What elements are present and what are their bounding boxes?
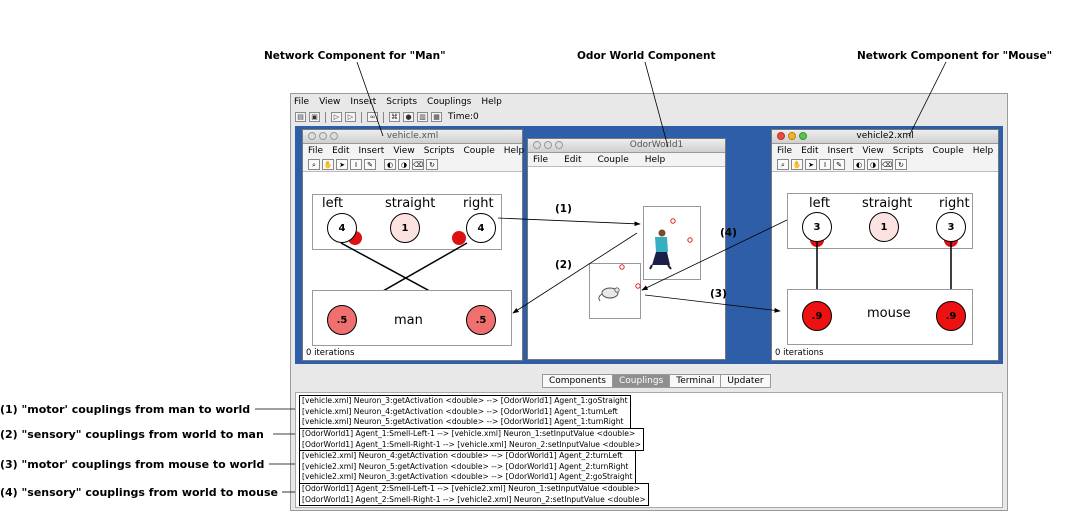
vehicle-network-frame: vehicle.xml File Edit Insert View Script…: [302, 129, 524, 361]
coupling-row[interactable]: [OdorWorld1] Agent_2:Smell-Right-1 --> […: [302, 495, 646, 506]
menu-help[interactable]: Help: [481, 97, 502, 107]
callout-mouse-network: Network Component for "Mouse": [857, 50, 1053, 62]
callout-coupling-4: (4) "sensory" couplings from world to mo…: [0, 486, 278, 499]
menu-couplings[interactable]: Couplings: [427, 97, 471, 107]
coupling-row[interactable]: [vehicle2.xml] Neuron_5:getActivation <d…: [302, 462, 633, 473]
neuron-output-left[interactable]: .5: [327, 305, 357, 335]
coupling-row[interactable]: [OdorWorld1] Agent_1:Smell-Right-1 --> […: [302, 440, 641, 451]
smell-source-dot: [635, 283, 641, 289]
mouse-group-label: mouse: [867, 306, 911, 321]
callout-odor-world: Odor World Component: [577, 50, 716, 62]
workspace-tabs: Components Couplings Terminal Updater: [542, 374, 771, 388]
menu-view[interactable]: View: [319, 97, 340, 107]
callout-coupling-3: (3) "motor' couplings from mouse to worl…: [0, 458, 265, 471]
menu-insert[interactable]: Insert: [350, 97, 376, 107]
link-icon[interactable]: ∞: [367, 112, 378, 122]
vehicle2-status: 0 iterations: [775, 348, 824, 358]
coupling-row[interactable]: [vehicle.xml] Neuron_4:getActivation <do…: [302, 407, 628, 418]
tab-couplings[interactable]: Couplings: [611, 374, 671, 388]
coupling-row[interactable]: [vehicle.xml] Neuron_3:getActivation <do…: [302, 396, 628, 407]
neuron-straight[interactable]: 1: [390, 213, 420, 243]
neuron-output-right[interactable]: .9: [936, 301, 966, 331]
simbrain-main-window: File View Insert Scripts Couplings Help …: [290, 93, 1008, 511]
coupling-row[interactable]: [OdorWorld1] Agent_2:Smell-Left-1 --> [v…: [302, 484, 646, 495]
arrow-3-label: (3): [710, 288, 727, 300]
menu-file[interactable]: File: [294, 97, 309, 107]
arrow-1-label: (1): [555, 203, 572, 215]
neuron-right[interactable]: 3: [936, 212, 966, 242]
neuron-right[interactable]: 4: [466, 213, 496, 243]
coupling-row[interactable]: [vehicle.xml] Neuron_5:getActivation <do…: [302, 417, 628, 428]
menu-scripts[interactable]: Scripts: [386, 97, 417, 107]
coupling-row[interactable]: [OdorWorld1] Agent_1:Smell-Left-1 --> [v…: [302, 429, 641, 440]
image-icon[interactable]: ▦: [431, 112, 442, 122]
desktop: vehicle.xml File Edit Insert View Script…: [295, 126, 1003, 364]
arrow-2-label: (2): [555, 259, 572, 271]
man-group-label: man: [394, 313, 423, 328]
neuron-output-left[interactable]: .9: [802, 301, 832, 331]
toolbar-separator: [383, 111, 384, 123]
toolbar-separator: [325, 111, 326, 123]
callout-man-network: Network Component for "Man": [264, 50, 446, 62]
coupling-group-mouse-motor: [vehicle2.xml] Neuron_4:getActivation <d…: [299, 450, 636, 484]
open-workspace-icon[interactable]: ▤: [295, 112, 306, 122]
vehicle-status: 0 iterations: [306, 348, 355, 358]
save-workspace-icon[interactable]: ▣: [309, 112, 320, 122]
smell-source-dot: [619, 264, 625, 270]
neuron-left[interactable]: 4: [327, 213, 357, 243]
main-menubar: File View Insert Scripts Couplings Help: [291, 95, 1007, 109]
arrow-4-label: (4): [720, 227, 737, 239]
smell-source-dot: [687, 237, 693, 243]
neuron-straight[interactable]: 1: [869, 212, 899, 242]
step-icon[interactable]: ▷: [345, 112, 356, 122]
tab-terminal[interactable]: Terminal: [669, 374, 722, 388]
activation-indicator: [452, 231, 466, 245]
neuron-output-right[interactable]: .5: [466, 305, 496, 335]
play-icon[interactable]: ▷: [331, 112, 342, 122]
world-icon[interactable]: ●: [403, 112, 414, 122]
coupling-group-man-sensory: [OdorWorld1] Agent_1:Smell-Left-1 --> [v…: [299, 428, 644, 452]
tab-updater[interactable]: Updater: [720, 374, 771, 388]
callout-coupling-2: (2) "sensory" couplings from world to ma…: [0, 428, 264, 441]
coupling-group-mouse-sensory: [OdorWorld1] Agent_2:Smell-Left-1 --> [v…: [299, 483, 649, 507]
odor-world-canvas: [598, 218, 693, 302]
callout-coupling-1: (1) "motor' couplings from man to world: [0, 403, 251, 416]
tab-components[interactable]: Components: [542, 374, 613, 388]
odor-world-frame: OdorWorld1 File Edit Couple Help: [527, 138, 726, 360]
time-label: Time:0: [448, 112, 479, 122]
main-toolbar: ▤ ▣ ▷ ▷ ∞ ⌘ ● ▥ ▦ Time:0: [291, 110, 1007, 124]
coupling-row[interactable]: [vehicle2.xml] Neuron_3:getActivation <d…: [302, 472, 633, 483]
vehicle2-network-frame: vehicle2.xml File Edit Insert View Scrip…: [771, 129, 999, 361]
network-icon[interactable]: ⌘: [389, 112, 400, 122]
man-agent-icon[interactable]: [649, 229, 672, 270]
toolbar-separator: [361, 111, 362, 123]
chart-icon[interactable]: ▥: [417, 112, 428, 122]
couplings-list: [vehicle.xml] Neuron_3:getActivation <do…: [295, 392, 1003, 508]
mouse-agent-icon[interactable]: [598, 287, 620, 302]
coupling-group-man-motor: [vehicle.xml] Neuron_3:getActivation <do…: [299, 395, 631, 429]
coupling-row[interactable]: [vehicle2.xml] Neuron_4:getActivation <d…: [302, 451, 633, 462]
smell-source-dot: [670, 218, 676, 224]
neuron-left[interactable]: 3: [802, 212, 832, 242]
